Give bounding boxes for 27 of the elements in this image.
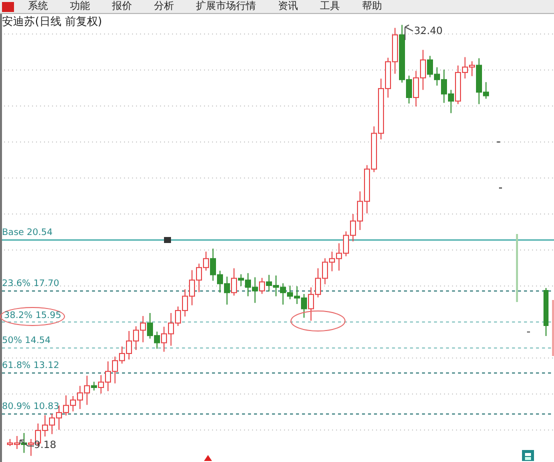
- fibonacci-level-label: 23.6% 17.70: [2, 280, 60, 289]
- app-icon: [2, 2, 14, 12]
- pointer-arrow-icon: [404, 24, 414, 40]
- menu-item[interactable]: 资讯: [278, 2, 298, 12]
- marker-square-icon: [164, 237, 171, 243]
- fibonacci-level-label: 61.8% 13.12: [2, 362, 60, 371]
- fibonacci-level-label: 80.9% 10.83: [2, 403, 60, 412]
- candlestick: [516, 234, 518, 302]
- chart-title: 安迪苏(日线 前复权): [2, 16, 102, 27]
- menu-item[interactable]: 分析: [154, 2, 174, 12]
- high-price-label: 32.40: [414, 27, 443, 37]
- fibonacci-level-label: 50% 14.54: [2, 337, 51, 346]
- candlestick: [544, 288, 548, 336]
- menu-item[interactable]: 报价: [112, 2, 132, 12]
- up-triangle-icon: [204, 455, 212, 461]
- pointer-arrow-icon: [20, 440, 34, 446]
- fibonacci-level-label: 38.2% 15.95: [0, 307, 66, 326]
- menu-item[interactable]: 帮助: [362, 2, 382, 12]
- menu-item[interactable]: 工具: [320, 2, 340, 12]
- save-icon[interactable]: [522, 450, 534, 461]
- menu-item[interactable]: 系统: [28, 2, 48, 12]
- highlight-ellipse: [290, 310, 346, 332]
- fibonacci-level-label: Base 20.54: [2, 229, 53, 238]
- menu-item[interactable]: 功能: [70, 2, 90, 12]
- low-price-label: 9.18: [34, 441, 56, 451]
- menu-item[interactable]: 扩展市场行情: [196, 2, 256, 12]
- candlestick: [552, 300, 554, 356]
